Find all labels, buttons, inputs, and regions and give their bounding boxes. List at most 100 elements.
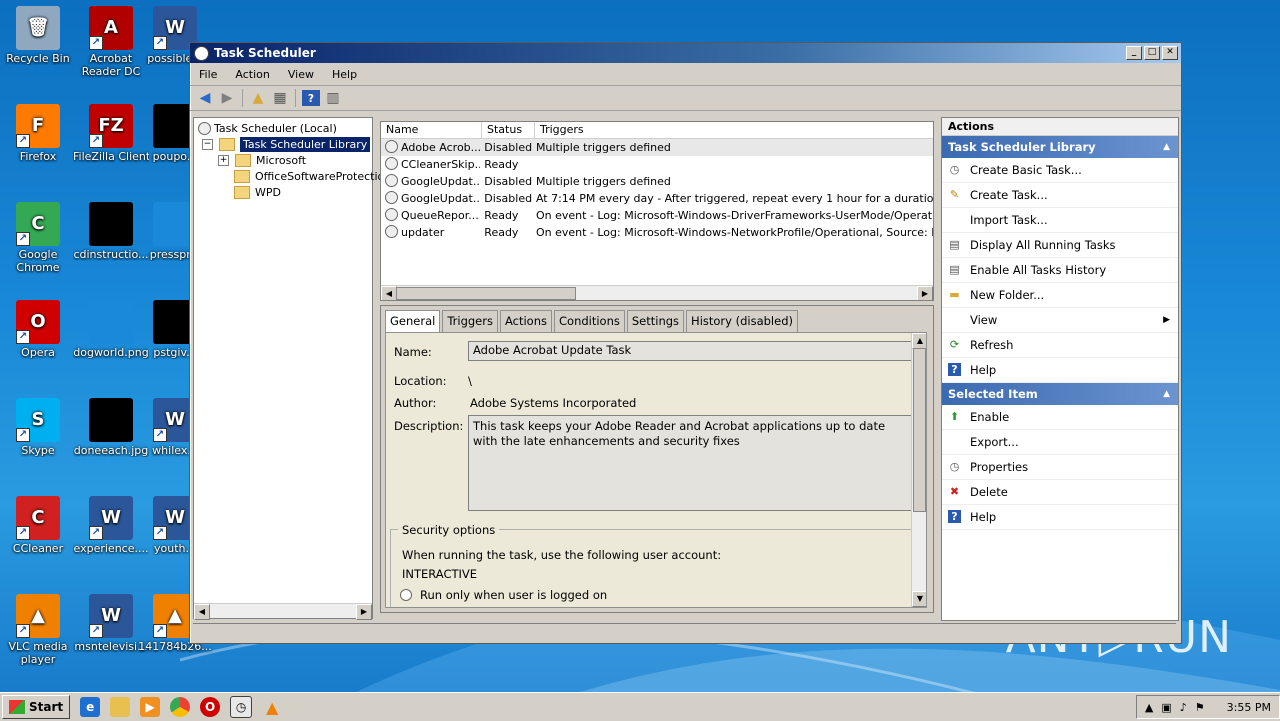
tab-actions[interactable]: Actions [499,310,552,332]
table-row[interactable]: QueueRepor... Ready On event - Log: Micros… [381,207,933,224]
menu-action[interactable]: Action [226,68,278,81]
tree-hscrollbar[interactable]: ◀ ▶ [194,603,372,620]
network-icon[interactable]: ▣ [1161,701,1171,714]
clock-time[interactable]: 3:55 PM [1227,701,1271,714]
table-row[interactable]: updater Ready On event - Log: Microsoft-Wi… [381,224,933,241]
tree-node-wpd[interactable]: WPD [234,185,281,200]
table-row[interactable]: GoogleUpdat... Disabled At 7:14 PM every d… [381,190,933,207]
desktop-icon[interactable]: F ↗ Firefox [0,98,76,163]
run-only-logged-on-option[interactable]: Run only when user is logged on [400,588,607,602]
column-header-name[interactable]: Name [381,122,482,138]
action-item[interactable]: ▬ New Folder... [942,283,1178,308]
tree-node-root[interactable]: Task Scheduler (Local) [198,121,337,136]
task-scheduler-taskbar-icon[interactable]: ◷ [230,696,253,718]
description-field[interactable]: This task keeps your Adobe Reader and Ac… [468,415,914,511]
action-item[interactable]: ? Help [942,358,1178,383]
menu-view[interactable]: View [279,68,323,81]
menu-help[interactable]: Help [323,68,366,81]
tab-conditions[interactable]: Conditions [554,310,625,332]
action-item[interactable]: ⬆ Enable [942,405,1178,430]
shortcut-arrow-icon: ↗ [16,232,30,246]
tree-node-library[interactable]: − Task Scheduler Library [202,137,371,152]
scroll-left-arrow[interactable]: ◀ [381,286,397,300]
action-item[interactable]: ✎ Create Task... [942,183,1178,208]
table-row[interactable]: CCleanerSkip... Ready [381,156,933,173]
action-item[interactable]: ◷ Properties [942,455,1178,480]
tab-general[interactable]: General [385,310,441,332]
opera-icon[interactable]: O [200,697,221,717]
action-item[interactable]: ⟳ Refresh [942,333,1178,358]
task-triggers: At 7:14 PM every day - After triggered, … [535,192,933,205]
table-row[interactable]: GoogleUpdat... Disabled Multiple triggers … [381,173,933,190]
action-icon: ✖ [949,485,960,498]
desktop-icon[interactable]: ▲ ↗ VLC media player [0,588,76,666]
vlc-icon[interactable]: ▲ [262,697,282,717]
action-item[interactable]: ◷ Create Basic Task... [942,158,1178,183]
task-name: CCleanerSkip... [401,158,481,171]
details-vscrollbar[interactable]: ▲ ▼ [911,333,926,607]
action-item[interactable]: ? Help [942,505,1178,530]
scroll-thumb[interactable] [913,348,926,512]
action-label: Refresh [970,338,1014,352]
action-item[interactable]: View ▶ [942,308,1178,333]
forward-icon[interactable]: ▶ [218,90,236,106]
desktop-icon[interactable]: 🗑 Recycle Bin [0,0,76,65]
close-button[interactable]: ✕ [1162,46,1178,60]
table-row[interactable]: Adobe Acrob... Disabled Multiple triggers … [381,139,933,156]
desktop-icon[interactable]: C ↗ Google Chrome [0,196,76,274]
action-item[interactable]: ▤ Display All Running Tasks [942,233,1178,258]
radio-button[interactable] [400,589,412,601]
desktop-icon-label-line2: Chrome [16,261,60,274]
tree-node-officesoftwareprotection[interactable]: OfficeSoftwareProtectio [234,169,384,184]
help-icon[interactable]: ? [302,90,320,106]
up-folder-icon[interactable]: ▲ [249,90,267,106]
back-icon[interactable]: ◀ [196,90,214,106]
window-titlebar[interactable]: Task Scheduler _ □ ✕ [190,43,1181,63]
scroll-right-arrow[interactable]: ▶ [356,604,372,620]
collapse-section-icon[interactable]: ▲ [1163,136,1170,158]
show-hidden-icons-icon[interactable]: ▲ [1145,701,1153,714]
task-list: Name Status Triggers Adobe Acrob... Disab… [380,121,934,301]
explorer-icon[interactable] [110,697,131,717]
desktop-icon[interactable]: C ↗ CCleaner [0,490,76,555]
list-hscrollbar[interactable]: ◀ ▶ [381,285,933,300]
start-button[interactable]: Start [2,695,71,719]
action-center-flag-icon[interactable]: ⚑ [1195,701,1205,714]
minimize-button[interactable]: _ [1126,46,1142,60]
tab-history[interactable]: History (disabled) [686,310,798,332]
media-player-icon[interactable]: ▶ [140,697,161,717]
collapse-icon[interactable]: − [202,139,213,150]
section-task-scheduler-library[interactable]: Task Scheduler Library ▲ [942,136,1178,158]
action-item[interactable]: Export... [942,430,1178,455]
show-hide-console-tree-icon[interactable]: ▦ [271,90,289,106]
show-hide-action-pane-icon[interactable]: ▥ [324,90,342,106]
expand-icon[interactable]: + [218,155,229,166]
column-header-status[interactable]: Status [482,122,535,138]
column-header-triggers[interactable]: Triggers [535,122,932,138]
scroll-thumb[interactable] [396,287,576,300]
action-item[interactable]: ▤ Enable All Tasks History [942,258,1178,283]
shortcut-arrow-icon: ↗ [153,624,167,638]
scroll-down-arrow[interactable]: ▼ [912,591,926,607]
chrome-icon[interactable] [170,697,191,717]
action-item[interactable]: ✖ Delete [942,480,1178,505]
tab-settings[interactable]: Settings [626,310,685,332]
section-selected-item[interactable]: Selected Item ▲ [942,383,1178,405]
action-item[interactable]: Import Task... [942,208,1178,233]
scroll-up-arrow[interactable]: ▲ [912,333,926,349]
description-label: Description: [394,419,464,433]
maximize-button[interactable]: □ [1144,46,1160,60]
name-field[interactable]: Adobe Acrobat Update Task [468,341,914,361]
task-name: updater [401,226,445,239]
collapse-section-icon[interactable]: ▲ [1163,383,1170,405]
tab-triggers[interactable]: Triggers [442,310,498,332]
scroll-left-arrow[interactable]: ◀ [194,604,210,620]
desktop-icon[interactable]: S ↗ Skype [0,392,76,457]
desktop-icon[interactable]: O ↗ Opera [0,294,76,359]
toolbar: ◀ ▶ ▲ ▦ ? ▥ [190,85,1181,111]
scroll-right-arrow[interactable]: ▶ [917,286,933,300]
internet-explorer-icon[interactable]: e [80,697,101,717]
menu-file[interactable]: File [190,68,226,81]
tree-node-microsoft[interactable]: + Microsoft [218,153,306,168]
volume-icon[interactable]: ♪ [1180,701,1187,714]
